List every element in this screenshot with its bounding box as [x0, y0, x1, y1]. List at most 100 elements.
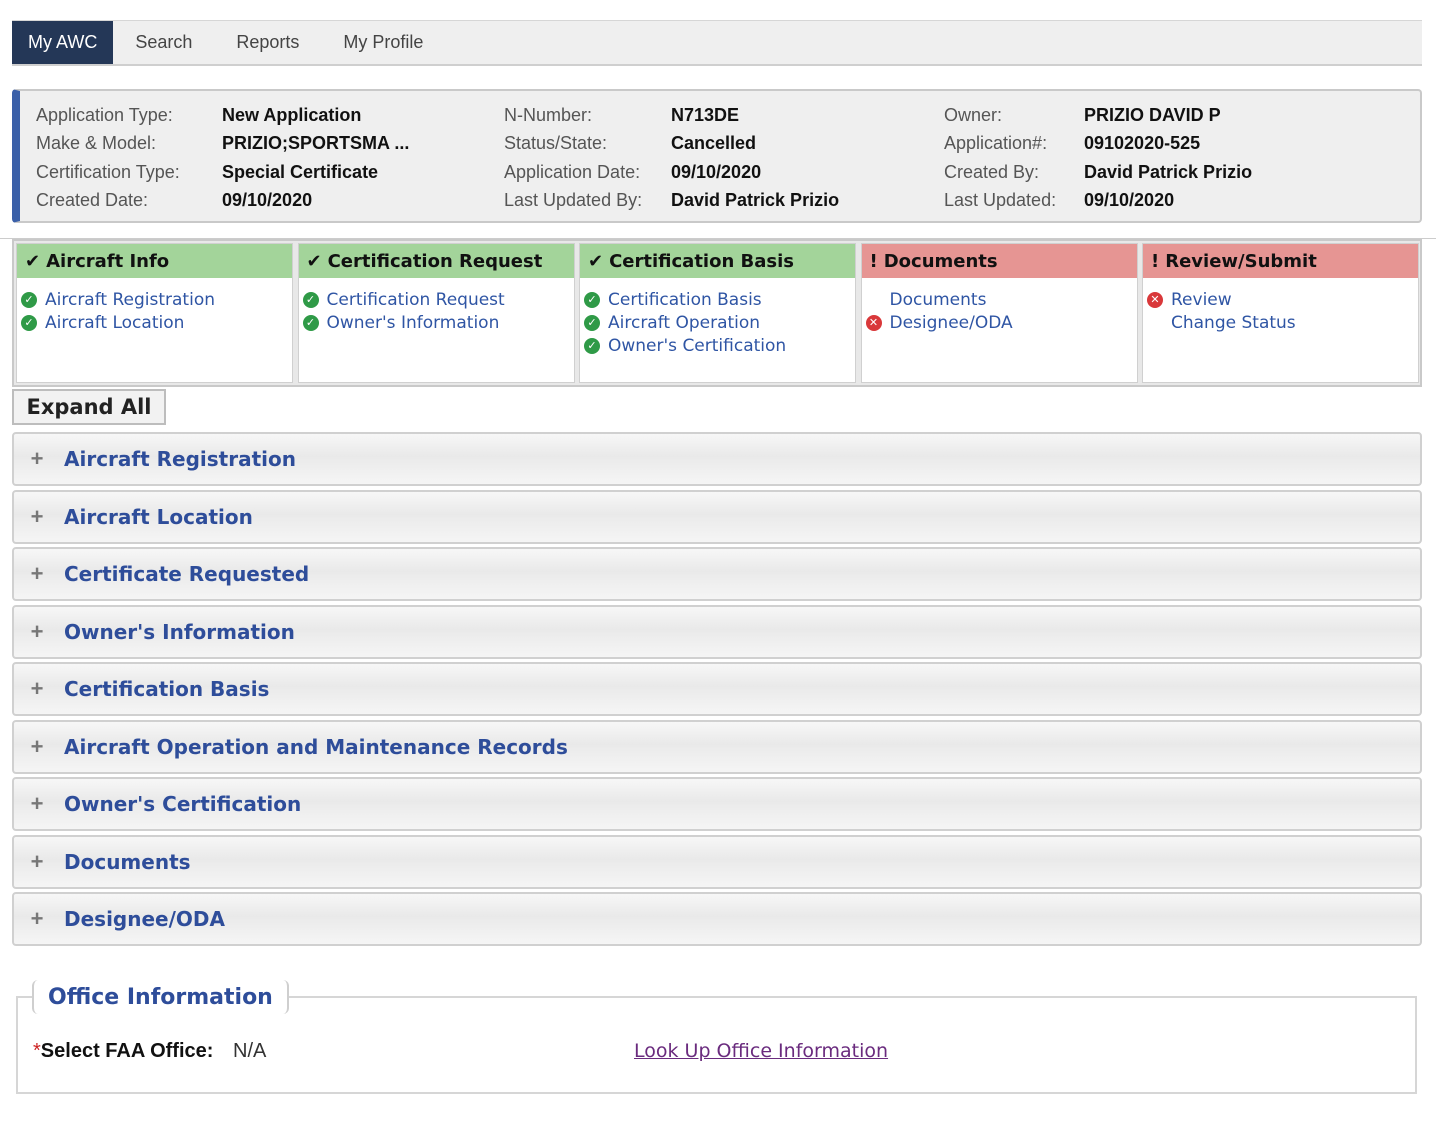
step-header[interactable]: ! Documents: [861, 244, 1137, 278]
step-link-label: Aircraft Registration: [45, 289, 215, 310]
section-title: Owner's Information: [64, 619, 295, 644]
application-number-value: 09102020-525: [1084, 133, 1201, 154]
section-aircraft-location[interactable]: + Aircraft Location: [12, 489, 1422, 544]
step-link-certification-request[interactable]: ✓ Certification Request: [299, 288, 574, 311]
plus-icon: +: [30, 733, 44, 759]
section-certification-basis[interactable]: + Certification Basis: [12, 662, 1422, 716]
step-header[interactable]: ✔ Certification Request: [298, 244, 574, 278]
step-link-documents[interactable]: Documents: [862, 288, 1137, 311]
application-date-label: Application Date:: [504, 161, 641, 182]
summary-column-2: N-Number: N713DE Status/State: Cancelled A…: [504, 101, 839, 215]
status-state-value: Cancelled: [671, 133, 757, 154]
step-link-certification-basis[interactable]: ✓ Certification Basis: [580, 288, 855, 311]
application-summary: Application Type: New Application Make & …: [12, 89, 1422, 223]
step-link-label: Review: [1171, 289, 1232, 310]
section-owners-certification[interactable]: + Owner's Certification: [12, 777, 1422, 831]
section-designee-oda[interactable]: + Designee/ODA: [12, 892, 1422, 946]
plus-icon: +: [30, 561, 44, 586]
step-link-label: Change Status: [1171, 312, 1296, 333]
look-up-office-link[interactable]: Look Up Office Information: [634, 1040, 888, 1062]
step-link-label: Documents: [889, 289, 987, 310]
checkmark-icon: ✔: [25, 250, 41, 272]
step-header[interactable]: ! Review/Submit: [1143, 244, 1418, 278]
office-link-row: Look Up Office Information: [634, 1040, 888, 1063]
step-link-owners-certification[interactable]: ✓ Owner's Certification: [580, 334, 855, 357]
application-type-value: New Application: [222, 104, 362, 125]
step-title: Review/Submit: [1165, 250, 1317, 272]
select-faa-office-label: Select FAA Office:: [40, 1040, 214, 1062]
step-header[interactable]: ✔ Aircraft Info: [17, 244, 292, 278]
step-certification-basis: ✔ Certification Basis ✓ Certification Basi…: [579, 243, 856, 383]
step-header[interactable]: ✔ Certification Basis: [580, 244, 855, 278]
step-link-owners-information[interactable]: ✓ Owner's Information: [299, 311, 574, 334]
exclamation-icon: !: [869, 250, 878, 272]
top-navigation: My AWC Search Reports My Profile: [12, 20, 1422, 66]
check-circle-icon: ✓: [584, 291, 600, 308]
check-circle-icon: ✓: [584, 314, 600, 331]
section-aircraft-registration[interactable]: + Aircraft Registration: [12, 432, 1422, 486]
step-link-label: Aircraft Operation: [608, 312, 761, 333]
plus-icon: +: [30, 676, 44, 701]
step-link-aircraft-location[interactable]: ✓ Aircraft Location: [17, 311, 292, 334]
tab-my-profile[interactable]: My Profile: [321, 21, 445, 64]
last-updated-by-label: Last Updated By:: [504, 190, 643, 211]
tab-reports[interactable]: Reports: [214, 21, 321, 64]
summary-column-3: Owner: PRIZIO DAVID P Application#: 091020…: [944, 101, 1252, 215]
created-by-label: Created By:: [944, 161, 1040, 182]
expand-all-button[interactable]: Expand All: [12, 389, 166, 425]
owner-value: PRIZIO DAVID P: [1084, 104, 1221, 125]
section-title: Certificate Requested: [64, 562, 310, 586]
required-marker: *: [33, 1040, 41, 1062]
section-title: Designee/ODA: [64, 907, 225, 931]
step-link-designee-oda[interactable]: ✕ Designee/ODA: [862, 311, 1137, 334]
step-link-review[interactable]: ✕ Review: [1143, 288, 1418, 311]
summary-column-1: Application Type: New Application Make & …: [36, 101, 409, 215]
check-circle-icon: ✓: [21, 291, 37, 308]
step-link-label: Owner's Certification: [608, 335, 787, 356]
blank-status-icon: [866, 292, 882, 308]
step-title: Documents: [883, 250, 998, 272]
plus-icon: +: [30, 446, 44, 471]
step-review-submit: ! Review/Submit ✕ Review Change Status: [1142, 243, 1419, 383]
last-updated-label: Last Updated:: [944, 190, 1057, 211]
step-link-label: Certification Request: [326, 289, 505, 310]
created-by-value: David Patrick Prizio: [1084, 161, 1253, 182]
section-title: Certification Basis: [64, 677, 270, 701]
office-information-legend: Office Information: [32, 980, 289, 1014]
progress-steps-panel: ✔ Aircraft Info ✓ Aircraft Registration ✓ A…: [12, 239, 1422, 387]
step-title: Certification Request: [327, 250, 543, 272]
make-model-value: PRIZIO;SPORTSMA ...: [222, 133, 410, 154]
checkmark-icon: ✔: [306, 250, 322, 272]
plus-icon: +: [30, 791, 44, 816]
step-link-label: Owner's Information: [326, 312, 500, 333]
last-updated-value: 09/10/2020: [1084, 190, 1175, 211]
step-title: Certification Basis: [609, 250, 795, 272]
section-aircraft-operation-maintenance[interactable]: + Aircraft Operation and Maintenance Reco…: [12, 719, 1422, 774]
section-documents[interactable]: + Documents: [12, 834, 1422, 889]
step-link-aircraft-registration[interactable]: ✓ Aircraft Registration: [17, 288, 292, 311]
select-faa-office-value: N/A: [233, 1040, 267, 1062]
section-title: Aircraft Location: [64, 504, 253, 529]
step-link-change-status[interactable]: Change Status: [1143, 311, 1418, 334]
plus-icon: +: [30, 503, 44, 529]
section-owners-information[interactable]: + Owner's Information: [12, 604, 1422, 659]
error-circle-icon: ✕: [1147, 291, 1163, 308]
n-number-value: N713DE: [671, 104, 740, 125]
check-circle-icon: ✓: [302, 314, 319, 331]
checkmark-icon: ✔: [588, 250, 604, 272]
check-circle-icon: ✓: [302, 291, 319, 308]
step-link-label: Aircraft Location: [45, 312, 185, 333]
step-link-aircraft-operation[interactable]: ✓ Aircraft Operation: [580, 311, 855, 334]
created-date-label: Created Date:: [36, 190, 149, 211]
tab-search[interactable]: Search: [113, 21, 214, 64]
error-circle-icon: ✕: [865, 314, 882, 331]
check-circle-icon: ✓: [584, 337, 600, 354]
step-link-label: Certification Basis: [608, 289, 762, 310]
n-number-label: N-Number:: [504, 104, 593, 125]
application-number-label: Application#:: [944, 133, 1048, 154]
section-certificate-requested[interactable]: + Certificate Requested: [12, 547, 1422, 601]
last-updated-by-value: David Patrick Prizio: [671, 190, 840, 211]
created-date-value: 09/10/2020: [222, 190, 313, 211]
make-model-label: Make & Model:: [36, 133, 157, 154]
tab-my-awc[interactable]: My AWC: [12, 21, 114, 64]
